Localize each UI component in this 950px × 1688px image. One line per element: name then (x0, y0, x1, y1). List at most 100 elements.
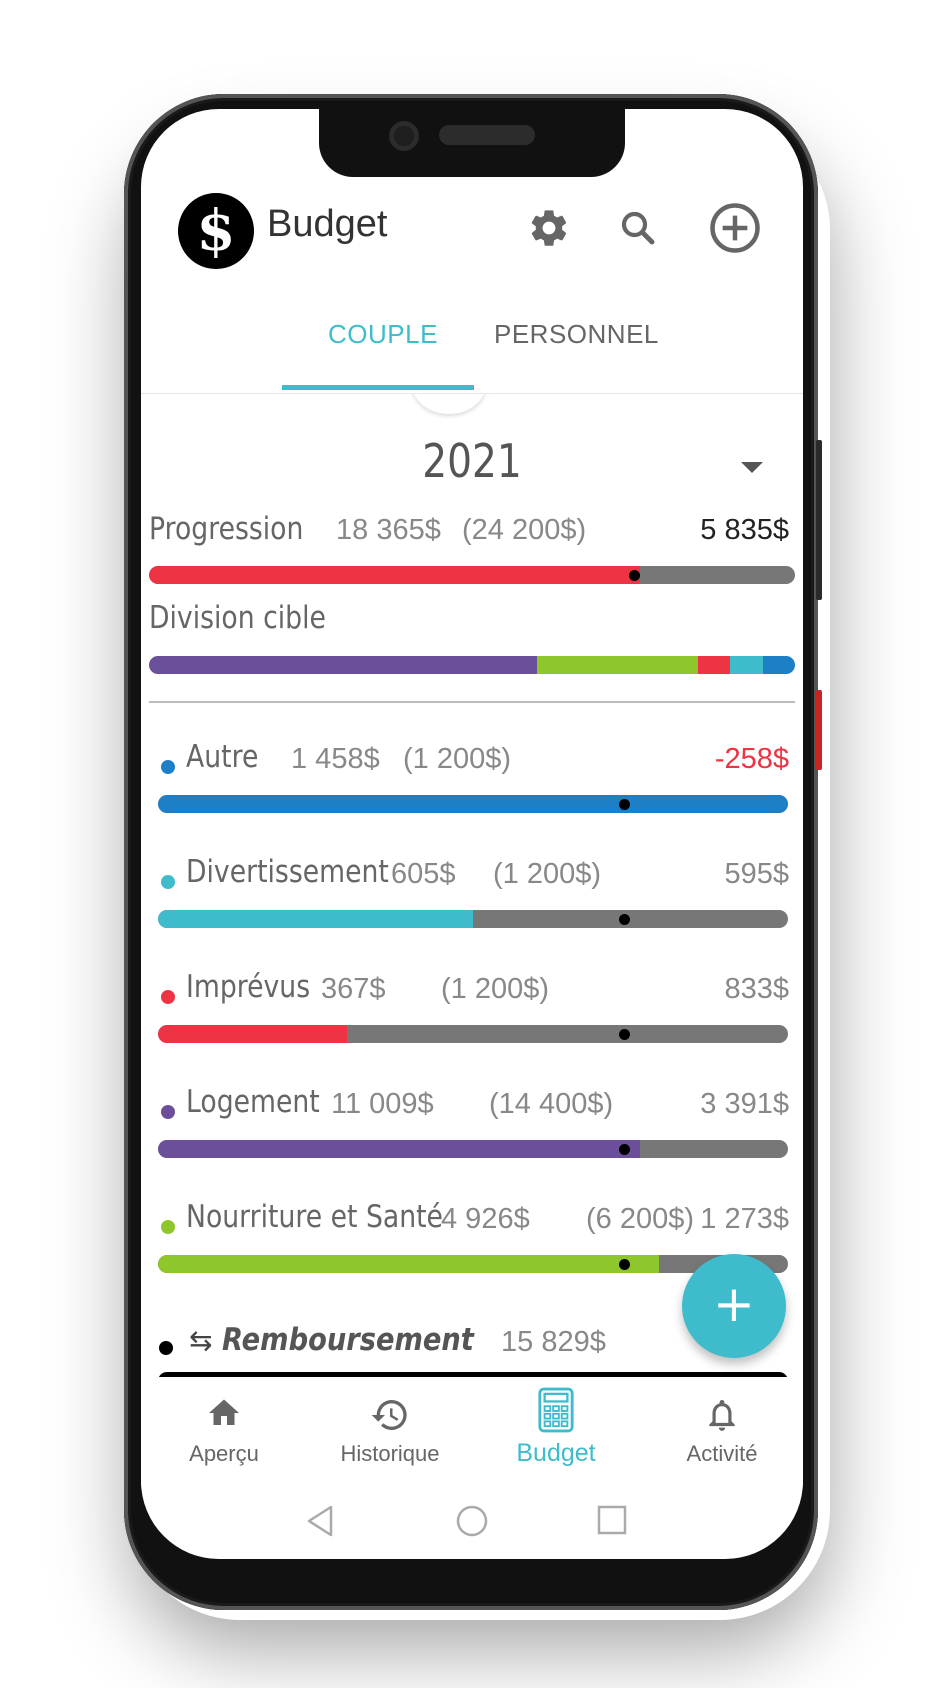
progression-bar (149, 566, 795, 584)
category-target: (1 200$) (403, 743, 512, 775)
chevron-down-icon[interactable] (741, 462, 763, 473)
bottom-nav: Aperçu Historique Budget Activité (141, 1377, 803, 1487)
category-target: (14 400$) (489, 1088, 614, 1120)
category-bar-fill (158, 795, 788, 813)
swap-arrows-icon: ⇆ (189, 1324, 213, 1357)
calculator-icon (538, 1387, 574, 1433)
category-bar (158, 1255, 788, 1273)
category-spent: 1 458$ (291, 743, 380, 775)
pull-to-refresh-indicator (412, 394, 486, 414)
home-icon (209, 1399, 239, 1425)
category-dot (161, 1105, 175, 1119)
category-bar-fill (158, 1255, 659, 1273)
category-target: (1 200$) (441, 973, 550, 1005)
category-remaining: 3 391$ (700, 1088, 789, 1120)
division-segment (149, 656, 537, 674)
progression-spent: 18 365$ (336, 514, 441, 546)
bell-icon (709, 1399, 735, 1431)
nav-apercu[interactable]: Aperçu (141, 1377, 307, 1487)
volume-button (816, 690, 822, 770)
nav-historique-label: Historique (340, 1441, 440, 1466)
category-spent: 4 926$ (441, 1203, 530, 1235)
nav-apercu-label: Aperçu (189, 1441, 259, 1466)
category-bar-fill (158, 910, 473, 928)
add-fab-button[interactable]: + (682, 1254, 786, 1358)
reimbursement-amount: 15 829$ (501, 1326, 606, 1358)
division-segment (762, 656, 795, 674)
category-spent: 605$ (391, 858, 456, 890)
camera-icon (389, 121, 419, 151)
system-nav-bar (141, 1489, 803, 1559)
category-bar (158, 1025, 788, 1043)
nav-budget-label: Budget (516, 1439, 596, 1467)
nav-historique[interactable]: Historique (307, 1377, 473, 1487)
category-spent: 11 009$ (331, 1088, 434, 1120)
category-target-marker (619, 913, 631, 925)
category-name[interactable]: Logement (186, 1084, 320, 1120)
progression-bar-fill (149, 566, 640, 584)
category-bar-fill (158, 1025, 347, 1043)
category-dot (161, 1220, 175, 1234)
category-spent: 367$ (321, 973, 386, 1005)
app-logo: $ (178, 193, 254, 269)
phone-screen: $ Budget COUPLE PERSONNEL 2021 Progressi… (141, 109, 803, 1559)
app-title: Budget (267, 203, 388, 245)
divider (149, 701, 795, 703)
progression-target: (24 200$) (462, 514, 587, 546)
nav-activite-label: Activité (686, 1441, 758, 1466)
active-tab-indicator (282, 385, 474, 390)
power-button (816, 440, 822, 600)
category-dot (161, 990, 175, 1004)
budget-content[interactable]: 2021 Progression 18 365$ (24 200$) 5 835… (141, 394, 803, 1379)
nav-budget[interactable]: Budget (473, 1377, 639, 1487)
category-bar-fill (158, 1140, 640, 1158)
category-name[interactable]: Divertissement (186, 854, 389, 890)
category-target-marker (619, 1028, 631, 1040)
division-segment (698, 656, 731, 674)
category-remaining: 833$ (724, 973, 789, 1005)
nav-activite[interactable]: Activité (639, 1377, 803, 1487)
progression-target-marker (628, 569, 640, 581)
category-name[interactable]: Imprévus (186, 969, 310, 1005)
search-button[interactable] (611, 201, 665, 255)
category-target-marker (619, 1143, 631, 1155)
category-bar (158, 795, 788, 813)
category-target-marker (619, 1258, 631, 1270)
tab-couple[interactable]: COUPLE (328, 319, 438, 350)
reimbursement-name[interactable]: Remboursement (222, 1322, 474, 1358)
category-bar (158, 910, 788, 928)
division-label: Division cible (149, 600, 326, 636)
back-icon[interactable] (305, 1504, 335, 1538)
progression-remaining: 5 835$ (700, 514, 789, 546)
category-dot (161, 875, 175, 889)
history-icon (371, 1400, 407, 1430)
app-bar: $ Budget (141, 183, 803, 273)
division-segment (730, 656, 763, 674)
add-button[interactable] (708, 201, 762, 255)
search-icon (621, 211, 655, 245)
division-bar (149, 656, 795, 674)
category-dot (161, 760, 175, 774)
tab-bar: COUPLE PERSONNEL (141, 299, 803, 394)
progression-label: Progression (149, 511, 304, 547)
recents-icon[interactable] (597, 1505, 627, 1535)
speaker-grille (439, 125, 535, 145)
category-bar (158, 1140, 788, 1158)
category-target: (6 200$) (586, 1203, 695, 1235)
tab-personnel[interactable]: PERSONNEL (494, 319, 659, 350)
year-selector[interactable]: 2021 (191, 434, 754, 488)
category-name[interactable]: Nourriture et Santé (186, 1199, 443, 1235)
category-remaining: 1 273$ (700, 1203, 789, 1235)
division-segment (536, 656, 699, 674)
category-target-marker (619, 798, 631, 810)
home-circle-icon[interactable] (455, 1504, 489, 1538)
notch (319, 109, 625, 177)
reimbursement-dot (159, 1341, 173, 1355)
gear-icon (531, 210, 567, 246)
category-target: (1 200$) (493, 858, 602, 890)
category-remaining: 595$ (724, 858, 789, 890)
add-circle-icon (710, 203, 760, 253)
category-remaining: -258$ (714, 743, 789, 775)
settings-button[interactable] (522, 201, 576, 255)
category-name[interactable]: Autre (186, 739, 258, 775)
